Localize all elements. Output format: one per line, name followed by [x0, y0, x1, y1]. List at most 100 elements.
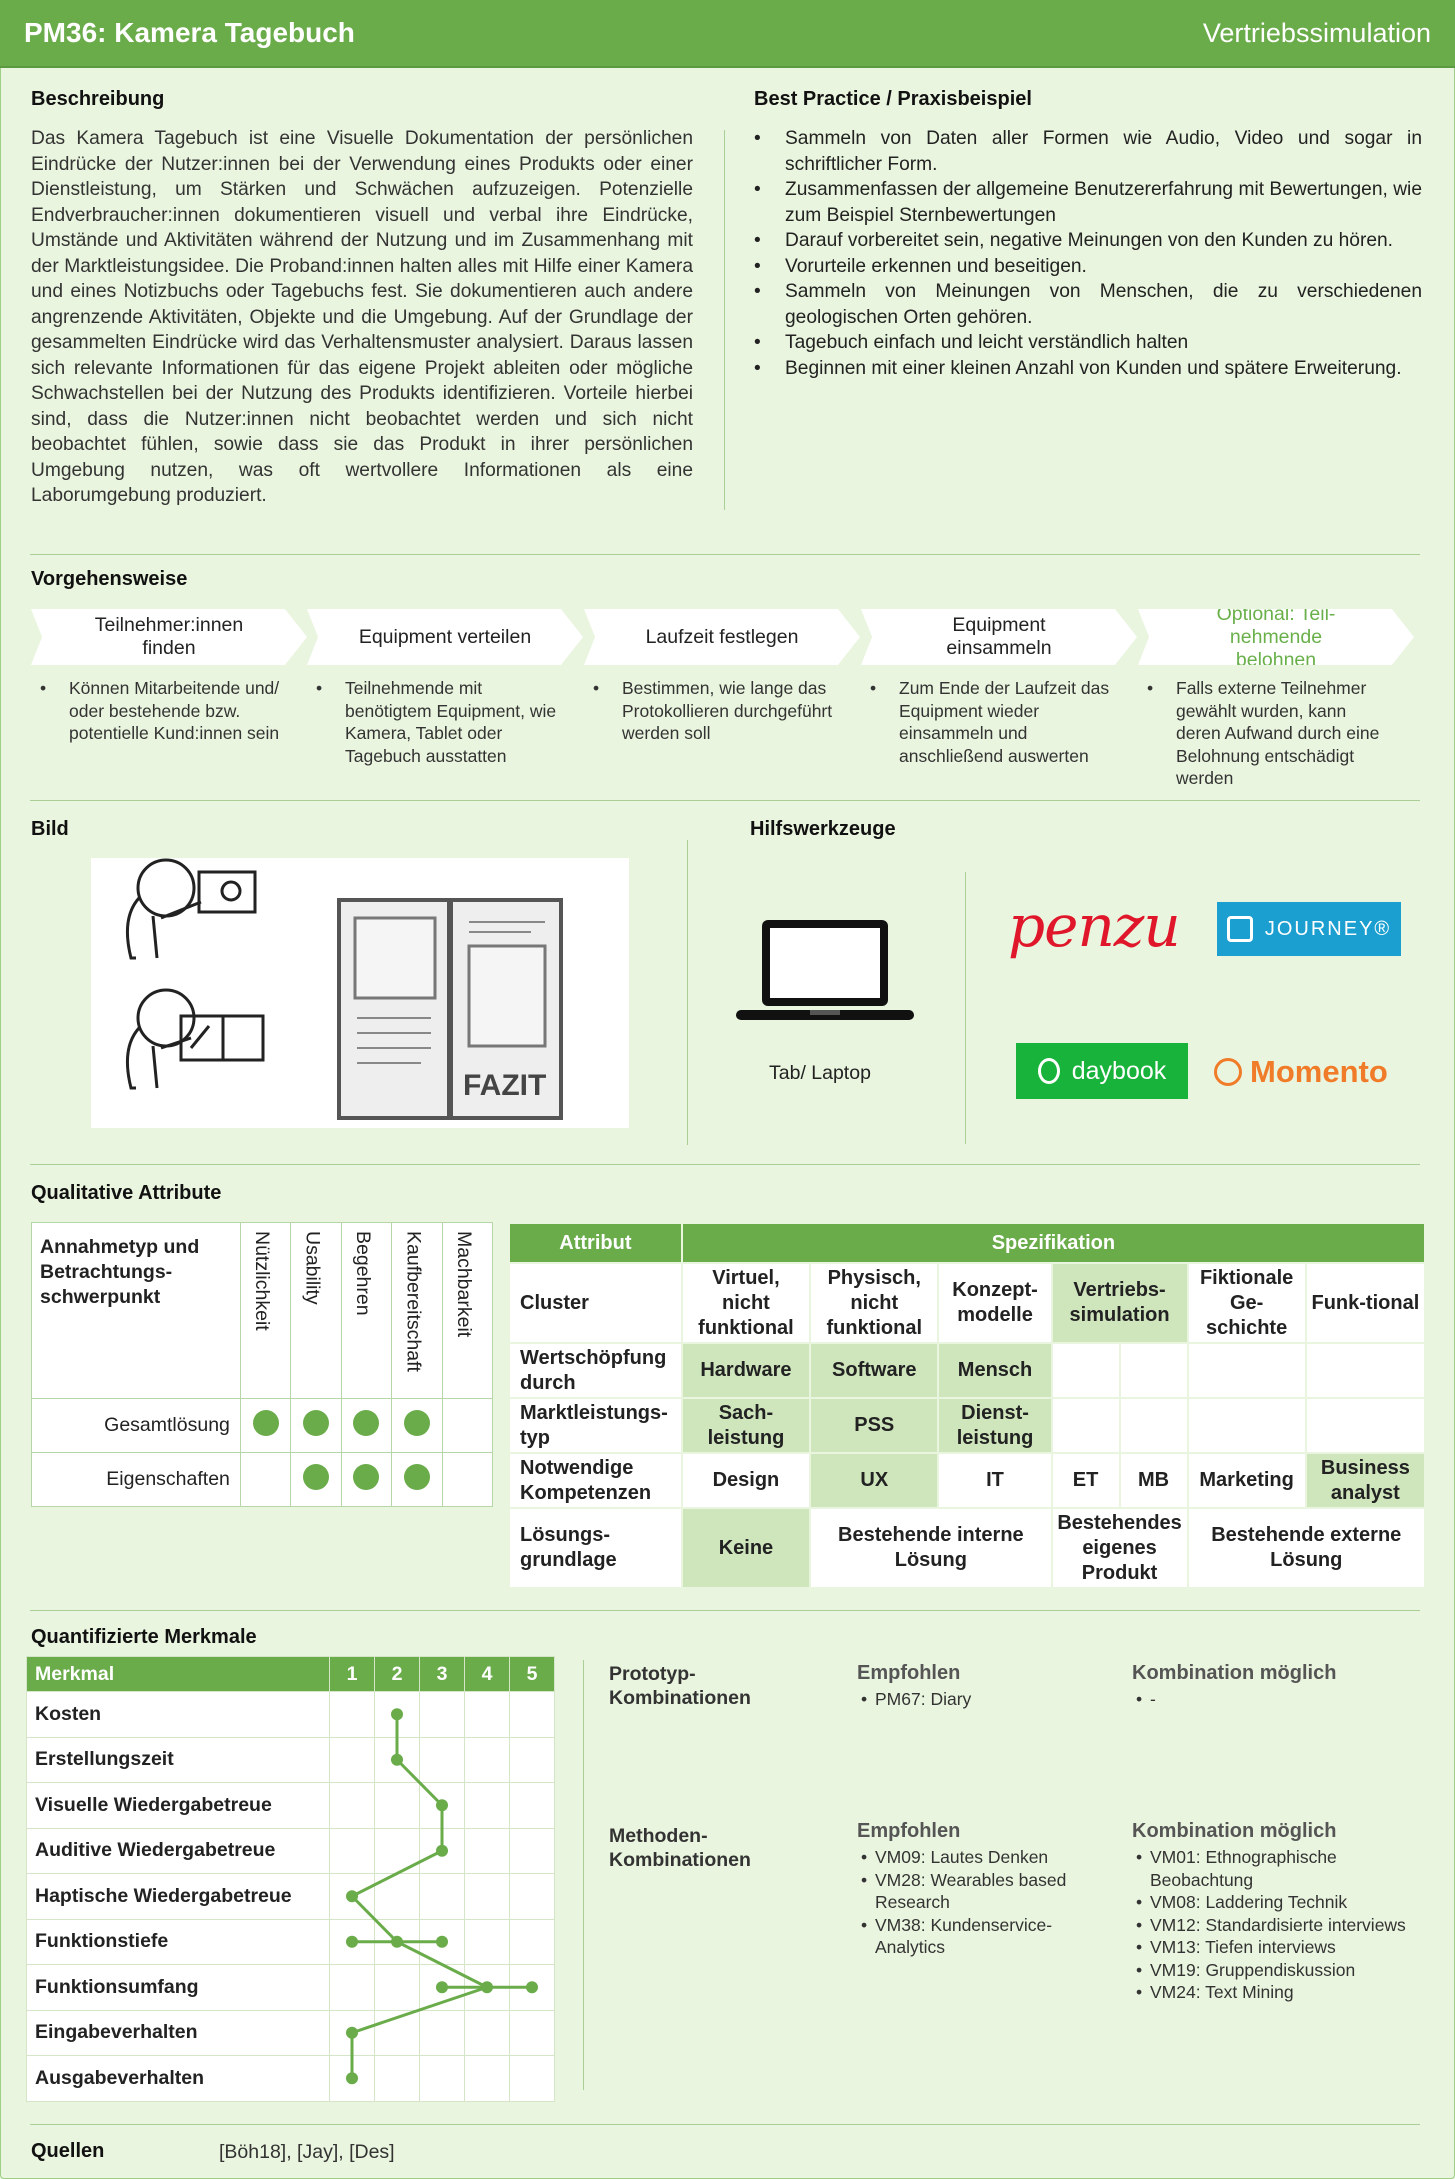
- bild-heading: Bild: [31, 818, 69, 840]
- prototyp-empf-heading: Empfohlen: [857, 1662, 961, 1684]
- list-item: VM19: Gruppendiskussion: [1132, 1959, 1432, 1982]
- momento-logo: Momento: [1214, 1054, 1388, 1090]
- page-title: PM36: Kamera Tagebuch: [24, 17, 355, 48]
- step-2: Equipment verteilen: [307, 609, 583, 665]
- list-item: VM08: Laddering Technik: [1132, 1891, 1432, 1914]
- list-item: Sammeln von Daten aller Formen wie Audio…: [750, 126, 1422, 177]
- column-header: 2: [374, 1656, 420, 1692]
- list-item: VM38: Kundenservice-Analytics: [857, 1914, 1097, 1959]
- hilfswerkzeuge-heading: Hilfswerkzeuge: [750, 818, 896, 840]
- table-row: Visuelle Wiedergabetreue: [26, 1782, 555, 1829]
- fazit-label: FAZIT: [463, 1069, 546, 1102]
- beschreibung-heading: Beschreibung: [31, 88, 165, 110]
- step-4-desc: Zum Ende der Laufzeit das Equipment wied…: [864, 677, 1114, 767]
- table-row: Funktionstiefe: [26, 1918, 555, 1965]
- column-header: Usability: [290, 1222, 342, 1399]
- list-item: VM24: Text Mining: [1132, 1981, 1432, 2004]
- dot-cell: [391, 1398, 443, 1453]
- best-practice-heading: Best Practice / Praxisbeispiel: [754, 88, 1032, 110]
- table-row: Erstellungszeit: [26, 1736, 555, 1783]
- process-steps: Teilnehmer:innen finden Equipment vertei…: [31, 609, 1421, 665]
- methoden-komb-heading: Kombination möglich: [1132, 1820, 1337, 1842]
- step-5: Optional: Teil-nehmende belohnen: [1138, 609, 1414, 665]
- table-row: Lösungs-grundlage Keine Bestehende inter…: [508, 1507, 1427, 1589]
- column-header: Nützlichkeit: [239, 1222, 292, 1399]
- table-row: Kosten: [26, 1691, 555, 1738]
- table-row: Cluster Virtuel, nicht funktional Physis…: [508, 1262, 1427, 1344]
- dot-cell: [391, 1452, 443, 1507]
- column-header: 5: [509, 1656, 555, 1692]
- step-1-desc: Können Mitarbeitende und/ oder bestehend…: [34, 677, 284, 745]
- table-row: Marktleistungs-typ Sach-leistung PSS Die…: [508, 1397, 1427, 1454]
- filled-dot: [303, 1409, 330, 1436]
- methoden-empf-heading: Empfohlen: [857, 1820, 961, 1842]
- best-practice-list: Sammeln von Daten aller Formen wie Audio…: [750, 126, 1422, 381]
- table-row: Auditive Wiedergabetreue: [26, 1827, 555, 1874]
- quantifiziert-heading: Quantifizierte Merkmale: [31, 1626, 257, 1648]
- prototyp-label: Prototyp-Kombinationen: [609, 1663, 751, 1709]
- list-item: VM09: Lautes Denken: [857, 1846, 1097, 1869]
- list-item: VM01: Ethnographische Beobachtung: [1132, 1846, 1432, 1891]
- illustration-svg: FAZIT: [125, 858, 563, 1120]
- dot-cell: [239, 1452, 292, 1507]
- table-row: Ausgabeverhalten: [26, 2055, 555, 2102]
- table-row: Funktionsumfang: [26, 1964, 555, 2011]
- step-4: Equipment einsammeln: [861, 609, 1137, 665]
- list-item: Sammeln von Meinungen von Menschen, die …: [750, 279, 1422, 330]
- divider: [30, 800, 1420, 801]
- prototyp-komb-list: -: [1132, 1688, 1422, 1711]
- divider: [724, 130, 725, 510]
- quellen-text: [Böh18], [Jay], [Des]: [219, 2141, 395, 2163]
- list-item: Vorurteile erkennen und beseitigen.: [750, 254, 1422, 280]
- laptop-icon: [736, 920, 914, 1020]
- daybook-logo: daybook: [1016, 1043, 1188, 1099]
- divider: [30, 2124, 1420, 2125]
- table-row: Wertschöpfung durch Hardware Software Me…: [508, 1342, 1427, 1399]
- diary-illustration: FAZIT: [91, 858, 629, 1128]
- beschreibung-text: Das Kamera Tagebuch ist eine Visuelle Do…: [31, 128, 693, 506]
- specification-table: Attribut Spezifikation Cluster Virtuel, …: [508, 1222, 1427, 1589]
- column-header: 4: [464, 1656, 510, 1692]
- divider: [965, 872, 966, 1144]
- attr-header: Attribut: [508, 1222, 683, 1264]
- momento-icon: [1214, 1058, 1242, 1086]
- filled-dot: [353, 1463, 380, 1490]
- column-header: Kaufbereitschaft: [391, 1222, 443, 1399]
- assumption-corner: Annahmetyp und Betrachtungs-schwerpunkt: [31, 1222, 241, 1399]
- divider: [583, 1660, 584, 2090]
- step-3: Laufzeit festlegen: [584, 609, 860, 665]
- prototyp-komb-heading: Kombination möglich: [1132, 1662, 1337, 1684]
- column-header: Machbarkeit: [441, 1222, 494, 1399]
- list-item: PM67: Diary: [857, 1688, 1097, 1711]
- category-label: Vertriebssimulation: [1202, 17, 1431, 48]
- filled-dot: [252, 1409, 279, 1436]
- list-item: Tagebuch einfach und leicht verständlich…: [750, 330, 1422, 356]
- step-3-desc: Bestimmen, wie lange das Protokollieren …: [587, 677, 837, 745]
- vorgehen-heading: Vorgehensweise: [31, 568, 188, 590]
- spec-header: Spezifikation: [680, 1222, 1427, 1264]
- list-item: VM12: Standardisierte interviews: [1132, 1914, 1432, 1937]
- list-item: Zusammenfassen der allgemeine Benutzerer…: [750, 177, 1422, 228]
- table-row: Notwendige Kompetenzen Design UX IT ET M…: [508, 1452, 1427, 1509]
- prototyp-empf-list: PM67: Diary: [857, 1688, 1097, 1711]
- feature-table: Merkmal 1 2 3 4 5 Kosten Erstellungszeit…: [26, 1656, 555, 2102]
- divider: [687, 840, 688, 1145]
- daybook-icon: [1037, 1058, 1060, 1084]
- column-header: 1: [329, 1656, 375, 1692]
- filled-dot: [403, 1463, 430, 1490]
- divider: [30, 1610, 1420, 1611]
- journey-icon: [1226, 916, 1253, 942]
- dot-cell: [340, 1398, 393, 1453]
- device-label: Tab/ Laptop: [769, 1062, 871, 1084]
- methoden-empf-list: VM09: Lautes Denken VM28: Wearables base…: [857, 1846, 1097, 1959]
- filled-dot: [353, 1409, 380, 1436]
- list-item: Beginnen mit einer kleinen Anzahl von Ku…: [750, 356, 1422, 382]
- filled-dot: [403, 1409, 430, 1436]
- table-row: Haptische Wiedergabetreue: [26, 1873, 555, 1920]
- penzu-logo: penzu: [1008, 892, 1181, 960]
- dot-cell: [239, 1398, 292, 1453]
- list-item: -: [1132, 1688, 1422, 1711]
- journey-logo: JOURNEY®: [1217, 902, 1401, 956]
- dot-cell: [290, 1452, 342, 1507]
- dot-cell: [441, 1398, 494, 1453]
